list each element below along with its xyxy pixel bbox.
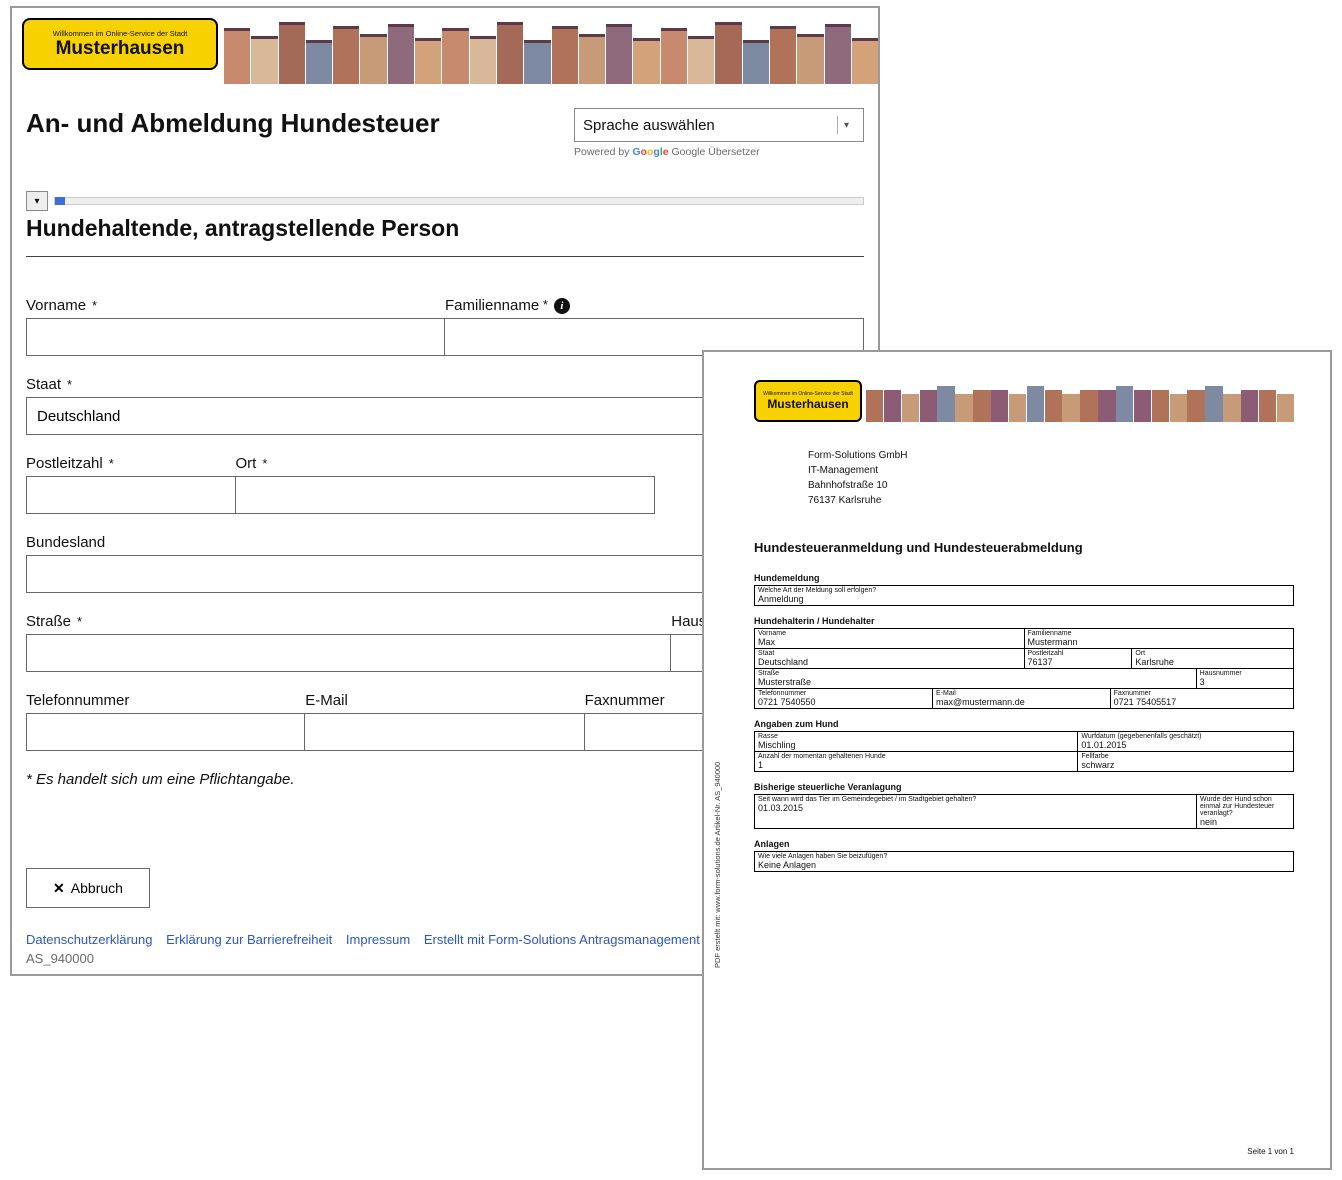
chevron-down-icon: ▾ (837, 116, 855, 134)
pdf-city-illustration (866, 380, 1294, 422)
pdf-table-halter: VornameMax FamiliennameMustermann StaatD… (754, 628, 1294, 709)
city-illustration (224, 8, 878, 84)
strasse-label: Straße (26, 613, 671, 630)
language-select[interactable]: Sprache auswählen ▾ (574, 108, 864, 142)
ort-input[interactable] (236, 476, 655, 514)
familienname-label: Familienname i (445, 297, 864, 314)
close-icon: ✕ (53, 880, 65, 897)
pdf-title: Hundesteueranmeldung und Hundesteuerabme… (754, 540, 1294, 555)
vorname-label: Vorname (26, 297, 445, 314)
telefon-label: Telefonnummer (26, 692, 305, 709)
abort-button[interactable]: ✕ Abbruch (26, 868, 150, 908)
pdf-table-anlagen: Wie viele Anlagen haben Sie beizufügen?K… (754, 851, 1294, 872)
step-title: Hundehaltende, antragstellende Person (26, 215, 864, 257)
language-select-wrap: Sprache auswählen ▾ Powered by Google Go… (574, 108, 864, 158)
info-icon[interactable]: i (554, 298, 570, 314)
city-sign-big: Musterhausen (56, 38, 185, 60)
footer-link-datenschutz[interactable]: Datenschutzerklärung (26, 932, 152, 947)
pdf-table-hund: RasseMischling Wurfdatum (gegebenenfalls… (754, 731, 1294, 772)
pdf-sec-hundemeldung: Hundemeldung (754, 573, 1294, 583)
plz-input[interactable] (26, 476, 236, 514)
pdf-table-hundemeldung: Welche Art der Meldung soll erfolgen? An… (754, 585, 1294, 606)
header-banner: Willkommen im Online-Service der Stadt M… (12, 8, 878, 84)
pdf-banner: Willkommen im Online-Service der Stadt M… (754, 380, 1294, 422)
powered-by-text: Powered by Google Google Übersetzer (574, 146, 864, 158)
pdf-table-veranlagung: Seit wann wird das Tier im Gemeindegebie… (754, 794, 1294, 829)
footer-link-barrierefreiheit[interactable]: Erklärung zur Barrierefreiheit (166, 932, 332, 947)
pdf-city-sign: Willkommen im Online-Service der Stadt M… (754, 380, 862, 422)
ort-label: Ort (236, 455, 655, 472)
language-select-label: Sprache auswählen (583, 117, 715, 134)
vorname-input[interactable] (26, 318, 445, 356)
progress-fill (55, 197, 65, 205)
pdf-sec-hund: Angaben zum Hund (754, 719, 1294, 729)
pdf-sec-halter: Hundehalterin / Hundehalter (754, 616, 1294, 626)
abort-button-label: Abbruch (71, 880, 123, 896)
pdf-page-number: Seite 1 von 1 (1247, 1147, 1294, 1156)
progress-bar (54, 197, 864, 205)
footer-link-impressum[interactable]: Impressum (346, 932, 410, 947)
email-label: E-Mail (305, 692, 584, 709)
pdf-preview: Willkommen im Online-Service der Stadt M… (702, 350, 1332, 1170)
footer-link-formsolutions[interactable]: Erstellt mit Form-Solutions Antragsmanag… (424, 932, 700, 947)
pdf-side-text: PDF erstellt mit: www.form-solutions.de … (713, 762, 722, 968)
pdf-sec-anlagen: Anlagen (754, 839, 1294, 849)
plz-label: Postleitzahl (26, 455, 236, 472)
telefon-input[interactable] (26, 713, 305, 751)
pdf-address: Form-Solutions GmbH IT-Management Bahnho… (808, 448, 1294, 508)
progress-dropdown-button[interactable]: ▾ (26, 191, 48, 211)
email-input[interactable] (305, 713, 584, 751)
city-sign-small: Willkommen im Online-Service der Stadt (53, 29, 188, 38)
city-sign-logo: Willkommen im Online-Service der Stadt M… (22, 18, 218, 70)
strasse-input[interactable] (26, 634, 671, 672)
pdf-sec-veranlagung: Bisherige steuerliche Veranlagung (754, 782, 1294, 792)
